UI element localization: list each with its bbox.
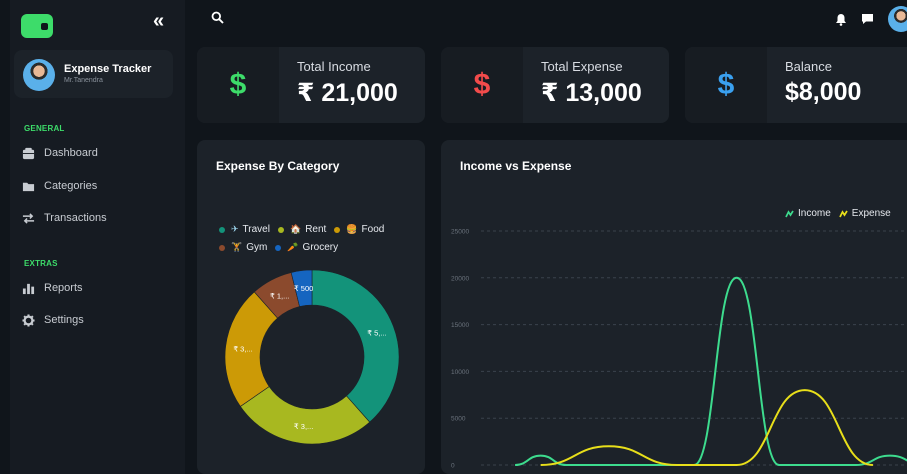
sidebar-item-label: Settings <box>44 314 84 326</box>
card-value: ₹ 21,000 <box>297 79 398 107</box>
dollar-icon: $ <box>197 47 279 123</box>
folder-icon <box>22 182 35 191</box>
y-tick-label: 0 <box>451 463 455 470</box>
donut-label-rent: ₹ 3,... <box>294 422 313 431</box>
dashboard-icon <box>22 147 35 159</box>
card-value: $8,000 <box>785 78 862 106</box>
section-general: GENERAL <box>24 124 65 133</box>
sidebar-item-categories[interactable]: Categories <box>22 176 97 196</box>
avatar <box>23 59 55 91</box>
bar-chart-icon <box>22 283 35 294</box>
y-tick-label: 5000 <box>451 416 466 423</box>
wallet-logo-icon[interactable] <box>21 14 53 38</box>
series-line-expense[interactable] <box>540 389 874 466</box>
expense-by-category-panel: Expense By Category ✈ Travel 🏠 Rent 🍔 Food … <box>197 140 425 474</box>
y-tick-label: 25000 <box>451 229 469 236</box>
card-total-expense[interactable]: $ Total Expense ₹ 13,000 <box>441 47 669 123</box>
dollar-icon: $ <box>685 47 767 123</box>
donut-slice-travel[interactable] <box>311 269 400 423</box>
donut-label-gym: ₹ 1,... <box>270 291 289 300</box>
sidebar-item-label: Dashboard <box>44 147 98 159</box>
sidebar-item-label: Categories <box>44 180 98 192</box>
sidebar-item-label: Transactions <box>44 212 107 224</box>
donut-label-food: ₹ 3,... <box>233 345 252 354</box>
gear-icon <box>22 313 35 327</box>
message-icon[interactable] <box>861 13 874 25</box>
profile-user: Mr.Tanendra <box>64 77 103 84</box>
section-extras: EXTRAS <box>24 259 58 268</box>
y-tick-label: 20000 <box>451 275 469 282</box>
card-total-income[interactable]: $ Total Income ₹ 21,000 <box>197 47 425 123</box>
profile-card[interactable]: Expense Tracker Mr.Tanendra <box>14 50 173 98</box>
sidebar-item-dashboard[interactable]: Dashboard <box>22 143 98 163</box>
profile-name: Expense Tracker <box>64 63 152 75</box>
expense-donut-chart: ₹ 5,... ₹ 3,... ₹ 3,... ₹ 1,... ₹ 500 <box>224 269 400 445</box>
top-bar <box>185 0 907 36</box>
sidebar-item-reports[interactable]: Reports <box>22 278 83 298</box>
income-expense-line-chart: 0 5000 10000 15000 20000 25000 <box>451 229 907 470</box>
card-balance[interactable]: $ Balance $8,000 <box>685 47 907 123</box>
sidebar: « Expense Tracker Mr.Tanendra GENERAL Da… <box>10 0 185 474</box>
sidebar-item-settings[interactable]: Settings <box>22 310 84 330</box>
y-tick-label: 10000 <box>451 369 469 376</box>
y-tick-label: 15000 <box>451 322 469 329</box>
donut-label-travel: ₹ 5,... <box>367 328 386 337</box>
search-icon[interactable] <box>211 11 224 24</box>
bell-icon[interactable] <box>835 13 847 26</box>
transfer-icon <box>22 212 35 224</box>
sidebar-item-transactions[interactable]: Transactions <box>22 208 107 228</box>
user-avatar[interactable] <box>888 6 907 32</box>
donut-label-grocery: ₹ 500 <box>294 284 313 293</box>
sidebar-item-label: Reports <box>44 282 83 294</box>
card-value: ₹ 13,000 <box>541 79 642 107</box>
card-label: Total Expense <box>541 59 623 74</box>
card-label: Balance <box>785 59 832 74</box>
card-label: Total Income <box>297 59 371 74</box>
collapse-sidebar-icon[interactable]: « <box>153 10 164 33</box>
income-vs-expense-panel: Income vs Expense Income Expense 0 5000 10… <box>441 140 907 474</box>
dollar-icon: $ <box>441 47 523 123</box>
